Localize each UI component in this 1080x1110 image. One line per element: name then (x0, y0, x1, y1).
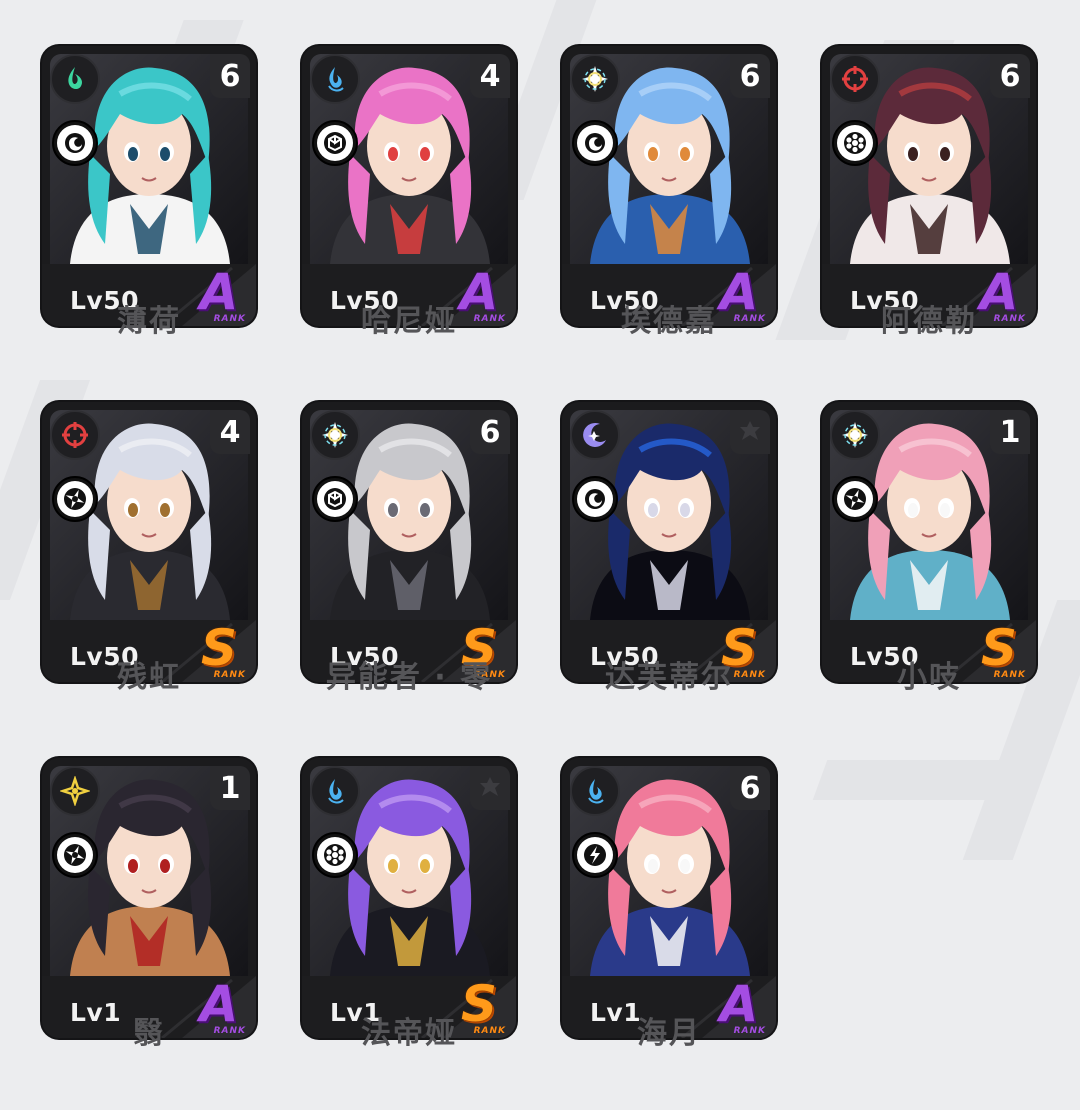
agent-card[interactable]: Lv50 A RANK 6 (562, 46, 776, 326)
mindscape-badge: 6 (990, 54, 1030, 98)
mindscape-count: 4 (479, 58, 501, 94)
electric-icon (50, 766, 100, 816)
agent-name: 达芙蒂尔 (605, 660, 733, 695)
fire-icon (50, 410, 100, 460)
support-icon (832, 120, 878, 166)
mindscape-count: 6 (739, 770, 761, 806)
agent-card[interactable]: Lv50 A RANK 6 (42, 46, 256, 326)
ether-icon (50, 54, 100, 104)
agent-name: 哈尼娅 (361, 304, 457, 339)
mindscape-badge: 6 (730, 766, 770, 810)
agent-slot: Lv50 A RANK 6 埃德嘉 (520, 0, 776, 350)
ether-star-icon (830, 410, 880, 460)
defense-icon (312, 476, 358, 522)
agent-card[interactable]: Lv50 A RANK 4 (302, 46, 516, 326)
agent-slot: Lv50 S RANK 1 小吱 (780, 356, 1036, 706)
agent-card[interactable]: Lv50 S RANK 4 (42, 402, 256, 682)
anomaly-icon (572, 120, 618, 166)
support-icon (312, 832, 358, 878)
agent-slot: Lv50 A RANK 6 薄荷 (0, 0, 256, 350)
agent-card[interactable]: Lv50 A RANK 6 (822, 46, 1036, 326)
agent-slot: Lv1 A RANK 1 翳 (0, 712, 256, 1062)
moon-icon (570, 410, 620, 460)
mindscape-count: 1 (999, 414, 1021, 450)
agent-name: 阿德勒 (881, 304, 977, 339)
anomaly-icon (572, 476, 618, 522)
rupture-icon (572, 832, 618, 878)
mindscape-badge: 4 (470, 54, 510, 98)
agent-name: 异能者 · 零 (325, 660, 493, 695)
mindscape-badge: 4 (210, 410, 250, 454)
attack-icon (52, 832, 98, 878)
attack-icon (832, 476, 878, 522)
agent-name: 残虹 (117, 660, 181, 695)
agent-slot: Lv1 A RANK 6 海月 (520, 712, 776, 1062)
mindscape-empty-icon (740, 421, 760, 440)
mindscape-count: 6 (479, 414, 501, 450)
mindscape-badge: 6 (470, 410, 510, 454)
agent-name: 海月 (637, 1016, 701, 1051)
agent-grid: Lv50 A RANK 6 薄荷 Lv50 A RANK 4 哈尼娅 Lv50 … (0, 0, 1080, 1110)
agent-name: 薄荷 (117, 304, 181, 339)
mindscape-count: 1 (219, 770, 241, 806)
mindscape-badge: 6 (730, 54, 770, 98)
ice-icon (570, 766, 620, 816)
attack-icon (52, 476, 98, 522)
agent-slot: Lv50 A RANK 4 哈尼娅 (260, 0, 516, 350)
anomaly-icon (52, 120, 98, 166)
agent-name: 小吱 (897, 660, 961, 695)
agent-card[interactable]: Lv1 A RANK 6 (562, 758, 776, 1038)
agent-name: 翳 (133, 1016, 165, 1051)
agent-slot: Lv50 A RANK 6 阿德勒 (780, 0, 1036, 350)
mindscape-badge: 1 (990, 410, 1030, 454)
mindscape-badge (730, 410, 770, 454)
agent-card[interactable]: Lv50 S RANK 1 (822, 402, 1036, 682)
ice-icon (310, 54, 360, 104)
agent-card[interactable]: Lv1 S RANK (302, 758, 516, 1038)
mindscape-badge: 6 (210, 54, 250, 98)
ether-star-icon (570, 54, 620, 104)
ether-star-icon (310, 410, 360, 460)
fire-icon (830, 54, 880, 104)
mindscape-count: 6 (999, 58, 1021, 94)
mindscape-empty-icon (480, 777, 500, 796)
agent-card[interactable]: Lv1 A RANK 1 (42, 758, 256, 1038)
agent-card[interactable]: Lv50 S RANK (562, 402, 776, 682)
defense-icon (312, 120, 358, 166)
agent-name: 埃德嘉 (621, 304, 717, 339)
agent-slot: Lv1 S RANK 法帝娅 (260, 712, 516, 1062)
mindscape-count: 4 (219, 414, 241, 450)
agent-slot: Lv50 S RANK 6 异能者 · 零 (260, 356, 516, 706)
mindscape-count: 6 (739, 58, 761, 94)
mindscape-badge: 1 (210, 766, 250, 810)
agent-slot: Lv50 S RANK 达芙蒂尔 (520, 356, 776, 706)
agent-slot: Lv50 S RANK 4 残虹 (0, 356, 256, 706)
ice-icon (310, 766, 360, 816)
agent-card[interactable]: Lv50 S RANK 6 (302, 402, 516, 682)
mindscape-badge (470, 766, 510, 810)
agent-name: 法帝娅 (361, 1016, 457, 1051)
mindscape-count: 6 (219, 58, 241, 94)
